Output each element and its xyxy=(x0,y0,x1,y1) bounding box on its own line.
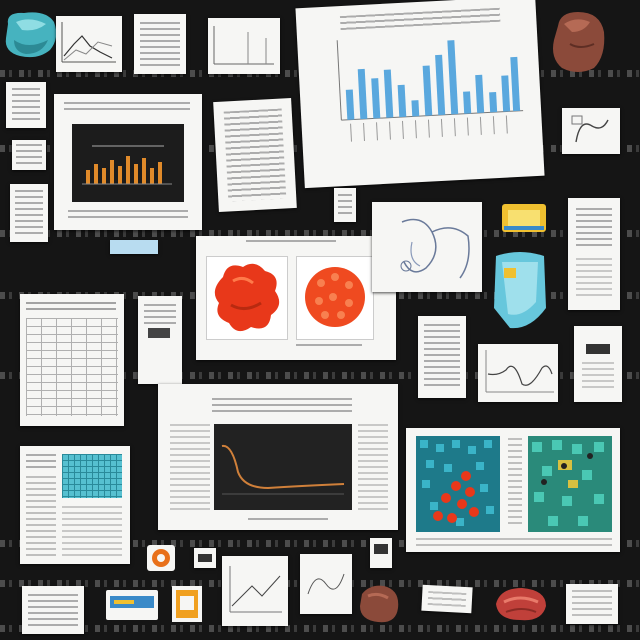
sheet-header-lines xyxy=(64,102,190,110)
text-lines xyxy=(427,591,467,607)
curve-slide-sheet xyxy=(158,384,398,530)
teal-blob-icon xyxy=(5,12,57,58)
ticket-icon xyxy=(106,590,158,620)
narrow-doc xyxy=(138,296,182,384)
tiny-card xyxy=(194,548,216,568)
heatmap-lattice-icon xyxy=(528,436,612,532)
tiny-card-mark xyxy=(198,554,212,562)
label-card xyxy=(574,326,622,402)
figure-panel-left xyxy=(206,256,288,340)
bottom-chart-plot xyxy=(229,566,282,613)
orange-bar-plot xyxy=(82,145,172,185)
doc-block xyxy=(148,328,170,338)
sparse-chart-plot xyxy=(213,26,274,65)
bar-chart-plot xyxy=(336,40,524,142)
figure-panel-right xyxy=(296,256,374,340)
text-lines xyxy=(223,108,287,202)
small-tag-mark xyxy=(374,544,388,554)
teal-table-sheet xyxy=(20,446,130,564)
lattice-figure-sheet xyxy=(406,428,620,552)
protein-sphere-icon xyxy=(305,267,365,327)
spreadsheet-header xyxy=(26,302,116,312)
text-lines xyxy=(424,324,460,390)
bottom-left-sheet xyxy=(22,586,84,634)
card-label-bar xyxy=(586,344,610,354)
report-page xyxy=(213,98,297,212)
bottom-slip xyxy=(421,584,473,614)
flask-icon xyxy=(494,252,546,329)
slide-footer-lines xyxy=(248,518,328,524)
sparse-chart-sheet xyxy=(208,18,280,74)
sheet-footer-lines xyxy=(68,210,188,220)
small-chart-card xyxy=(6,82,46,128)
text-lines xyxy=(338,194,352,216)
meat-slab-icon xyxy=(496,588,546,621)
brown-rock-icon xyxy=(553,12,605,72)
background-text-row xyxy=(0,625,640,632)
line-chart-sheet xyxy=(56,16,122,72)
text-lines xyxy=(15,190,43,234)
slide-text-lines xyxy=(170,424,210,514)
diagram-card xyxy=(562,108,620,154)
text-lines xyxy=(16,144,42,166)
slide-title-lines xyxy=(212,398,352,414)
text-lines xyxy=(26,476,56,556)
small-form-card xyxy=(10,184,48,242)
lattice-panel-right xyxy=(528,436,612,532)
bar-chart-sheet xyxy=(295,0,545,189)
protein-figure-sheet xyxy=(196,236,396,360)
small-table-card xyxy=(12,140,46,170)
bottom-chart-sheet xyxy=(222,556,288,626)
text-lines xyxy=(576,208,612,248)
bottom-sketch-plot xyxy=(307,573,345,595)
curve-plot-panel xyxy=(214,424,352,510)
waveform-plot xyxy=(485,350,554,393)
sketch-sheet xyxy=(372,202,482,292)
waveform-sheet xyxy=(478,344,558,402)
orange-cookie-icon xyxy=(147,545,175,571)
notes-page xyxy=(418,316,466,398)
spreadsheet-sheet xyxy=(20,294,124,426)
small-tag xyxy=(370,538,392,568)
line-chart-plot xyxy=(61,22,116,63)
sticky-note-icon xyxy=(502,204,546,232)
brown-stone-icon xyxy=(360,585,399,623)
text-lines xyxy=(572,590,612,618)
small-slip xyxy=(334,188,356,222)
bottom-sketch-sheet xyxy=(300,554,352,614)
slide-text-lines xyxy=(358,424,388,514)
amber-label-icon xyxy=(172,586,202,622)
text-lines xyxy=(140,22,180,66)
collage-board xyxy=(0,0,640,640)
figure-footer-lines xyxy=(296,344,362,350)
tall-form-sheet xyxy=(568,198,620,310)
lattice-panel-left xyxy=(416,436,500,532)
text-lines xyxy=(62,506,122,556)
heatmap-lattice-icon xyxy=(416,436,500,532)
chart-caption-lines xyxy=(339,7,501,31)
bottom-right-sheet xyxy=(566,584,618,624)
line-sketch-icon xyxy=(400,218,470,279)
text-lines xyxy=(582,362,614,392)
text-lines xyxy=(26,454,56,468)
blue-label-strip xyxy=(110,240,158,254)
figure-caption-lines xyxy=(416,538,612,546)
diagram-plot xyxy=(571,115,609,143)
spreadsheet-grid xyxy=(26,318,118,416)
text-sheet xyxy=(134,14,186,74)
text-lines xyxy=(576,258,612,298)
dark-screen-panel xyxy=(72,124,184,202)
curve-plot xyxy=(221,444,345,495)
teal-grid-panel xyxy=(62,454,122,498)
text-lines xyxy=(28,594,78,626)
text-lines xyxy=(12,88,40,122)
text-lines xyxy=(508,438,522,528)
protein-blob-icon xyxy=(214,263,280,332)
text-lines xyxy=(144,304,176,324)
figure-caption-lines xyxy=(246,240,336,246)
presentation-sheet xyxy=(54,94,202,230)
